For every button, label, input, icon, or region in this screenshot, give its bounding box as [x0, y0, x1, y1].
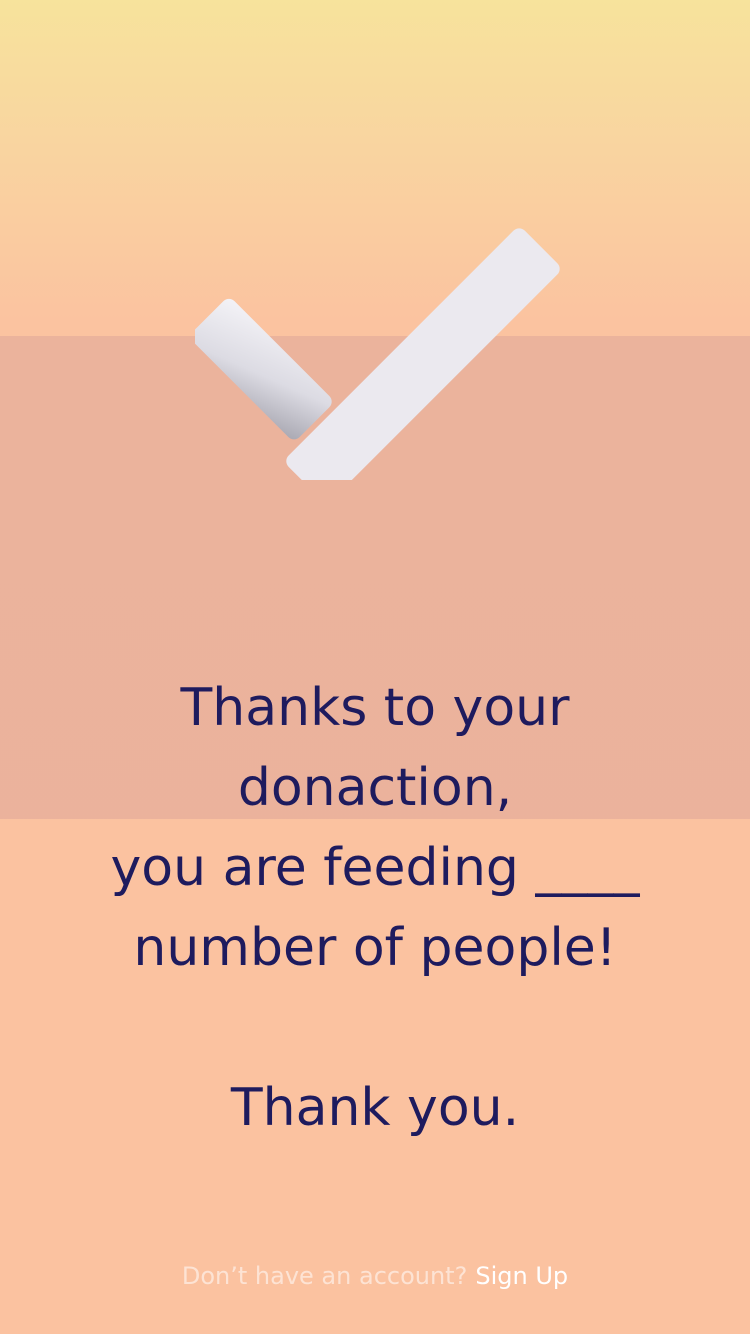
message-line-4: number of people!: [133, 918, 617, 978]
message-line-2: donaction,: [237, 758, 513, 818]
thank-you-text: Thank you.: [230, 1078, 520, 1138]
account-question: Don’t have an account?: [181, 1262, 468, 1290]
thank-you-message: Thanks to your donaction, you are feedin…: [0, 668, 750, 1148]
checkmark-icon: [195, 195, 560, 480]
message-line-3: you are feeding ____: [110, 838, 640, 898]
confirmation-screen: Thanks to your donaction, you are feedin…: [0, 0, 750, 1334]
message-line-1: Thanks to your: [180, 678, 570, 738]
signup-prompt: Don’t have an account? Sign Up: [0, 1258, 750, 1294]
sign-up-link[interactable]: Sign Up: [475, 1262, 568, 1290]
